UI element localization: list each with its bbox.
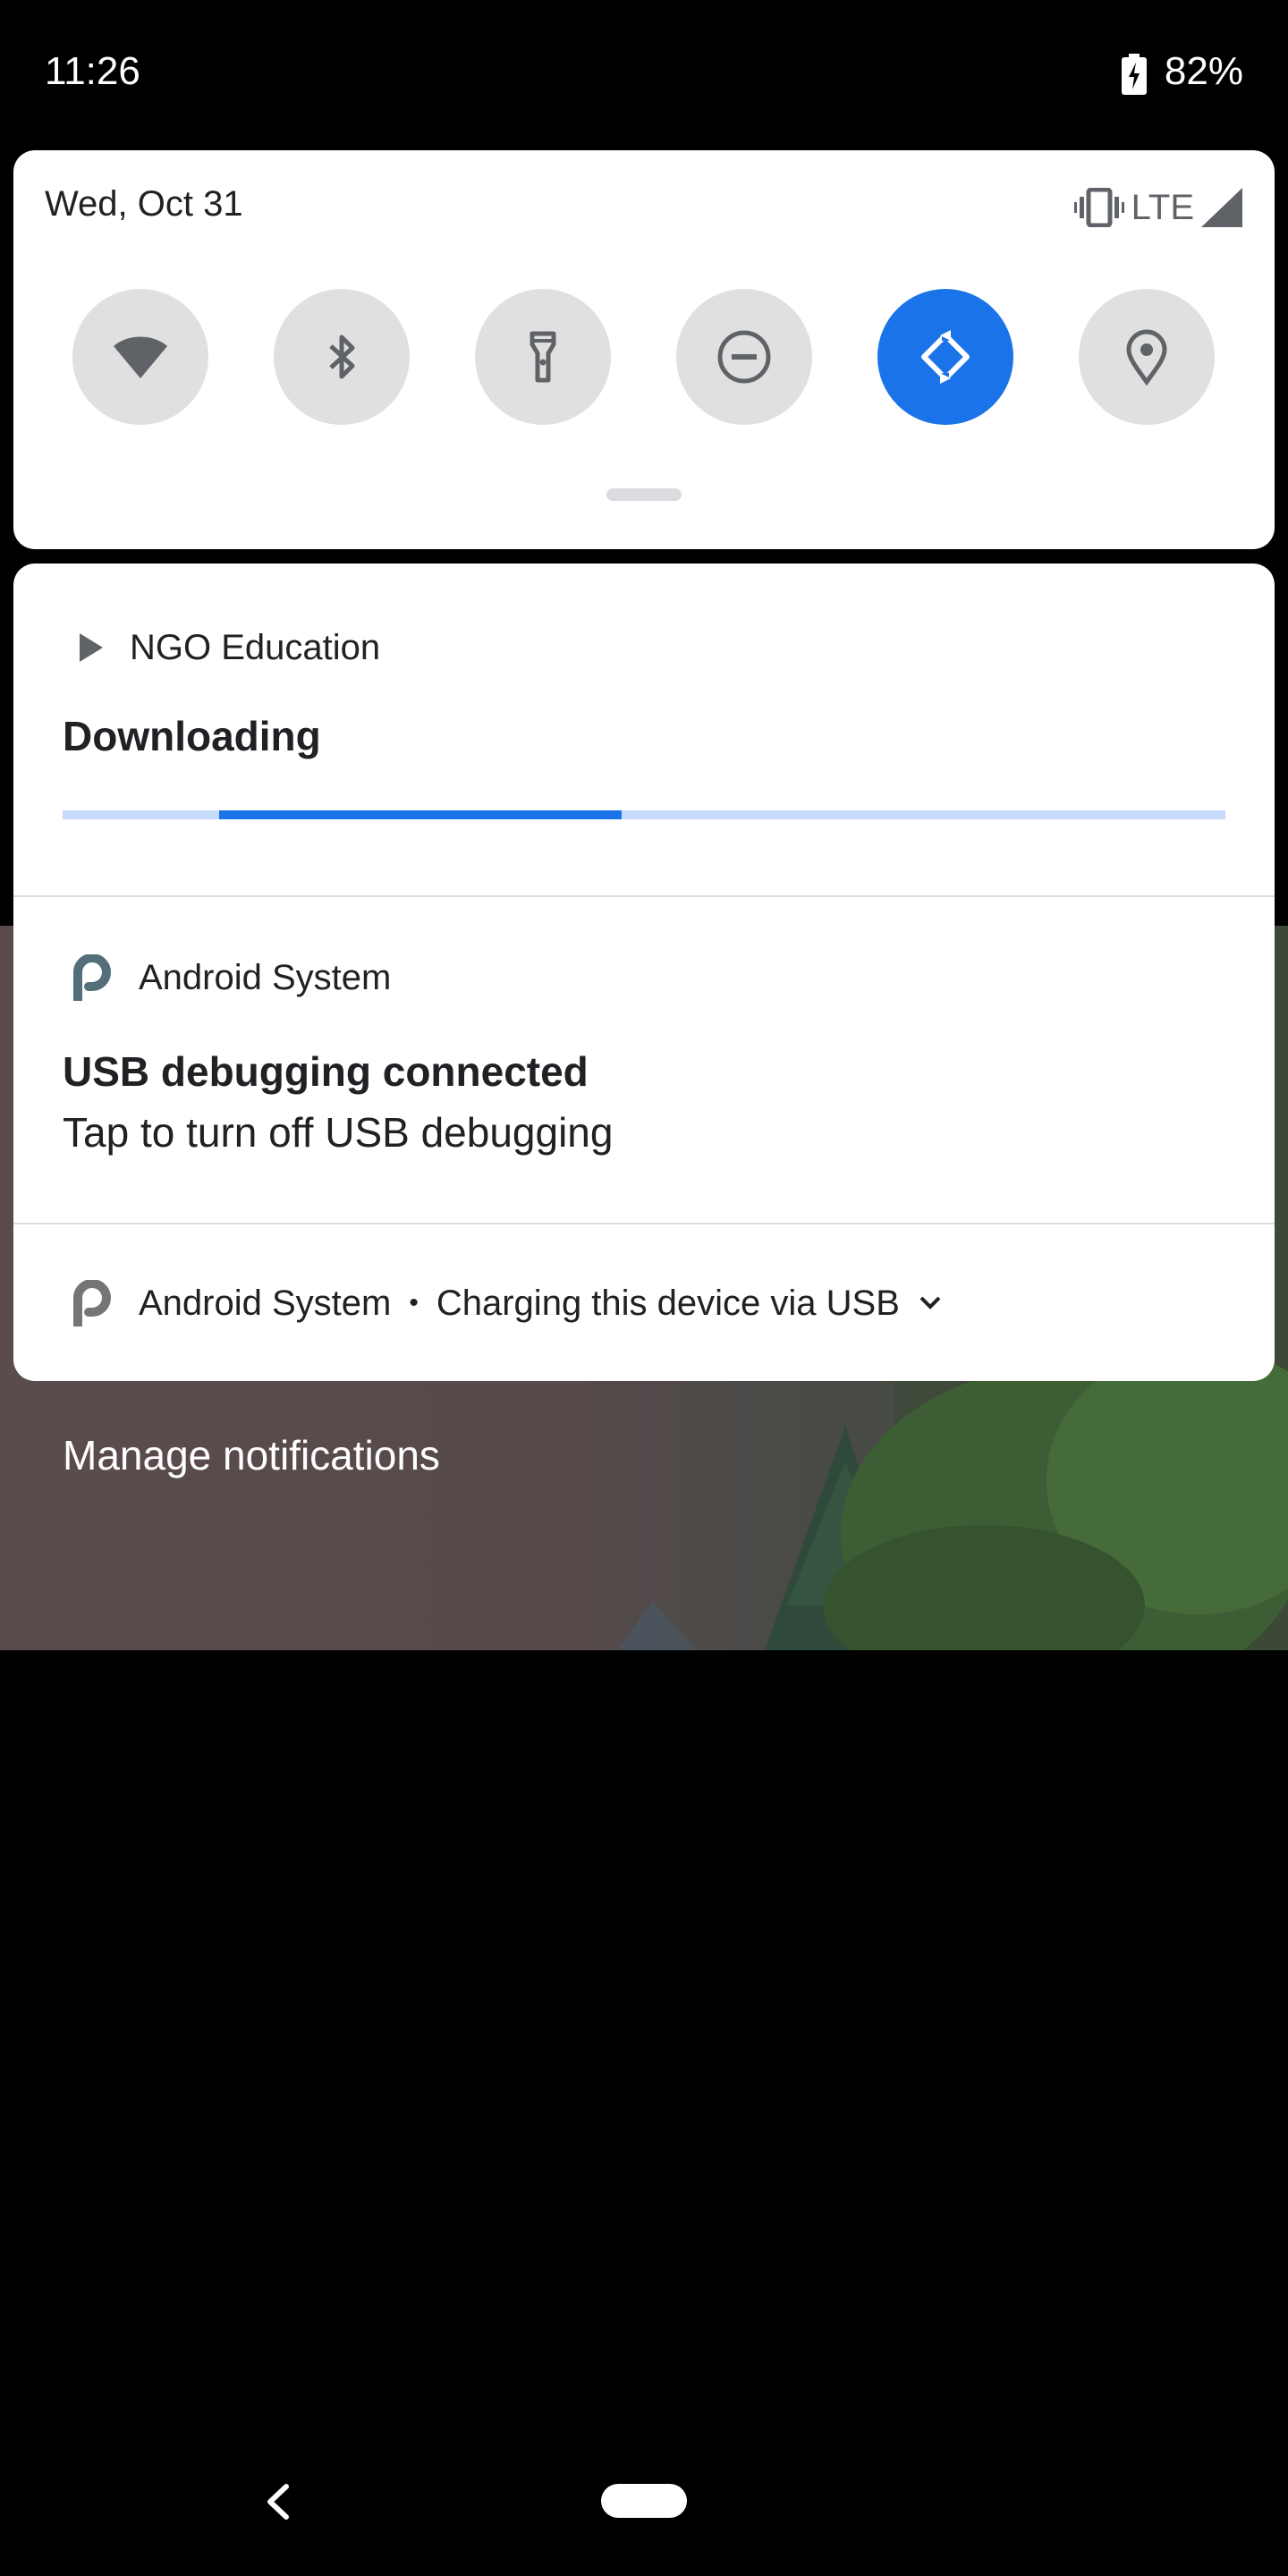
notification-charging[interactable]: Android System • Charging this device vi… <box>13 1224 1275 1381</box>
auto-rotate-tile[interactable] <box>877 289 1013 425</box>
notification-app-name: NGO Education <box>130 627 381 667</box>
android-p-icon <box>73 954 111 1001</box>
back-icon[interactable] <box>259 2479 295 2524</box>
notification-header: Android System • Charging this device vi… <box>71 1276 943 1330</box>
notification-summary: Charging this device via USB <box>436 1283 900 1323</box>
home-pill-icon[interactable] <box>601 2484 687 2518</box>
drag-handle[interactable] <box>606 488 682 501</box>
flashlight-icon <box>530 331 556 383</box>
play-icon <box>80 633 103 662</box>
notification-app-name: Android System <box>139 957 392 997</box>
battery-charging-icon <box>1122 54 1147 95</box>
notification-app-name: Android System <box>139 1283 392 1323</box>
bluetooth-tile[interactable] <box>274 289 410 425</box>
notification-download[interactable]: NGO Education Downloading <box>13 564 1275 894</box>
location-tile[interactable] <box>1079 289 1215 425</box>
qs-status-icons: LTE <box>1073 184 1242 231</box>
notification-text: Tap to turn off USB debugging <box>63 1109 614 1156</box>
notification-header: Android System <box>71 951 391 1004</box>
progress-indicator <box>219 810 622 819</box>
notification-header: NGO Education <box>76 621 380 674</box>
wifi-tile[interactable] <box>72 289 208 425</box>
network-type: LTE <box>1131 187 1194 227</box>
qs-date[interactable]: Wed, Oct 31 <box>45 184 243 225</box>
location-icon <box>1126 329 1167 386</box>
notification-title: Downloading <box>63 713 321 759</box>
bluetooth-icon <box>329 335 355 379</box>
signal-icon <box>1201 188 1242 227</box>
manage-notifications-button[interactable]: Manage notifications <box>63 1431 440 1479</box>
notification-usb-debugging[interactable]: Android System USB debugging connected T… <box>13 897 1275 1223</box>
status-time: 11:26 <box>45 49 140 93</box>
vibrate-icon <box>1073 188 1124 227</box>
notification-card: NGO Education Downloading Android System… <box>13 564 1275 1381</box>
do-not-disturb-icon <box>717 330 771 384</box>
notification-title: USB debugging connected <box>63 1048 589 1095</box>
wifi-icon <box>114 336 167 378</box>
separator-dot: • <box>409 1288 419 1318</box>
chevron-down-icon[interactable] <box>918 1294 943 1312</box>
do-not-disturb-tile[interactable] <box>676 289 812 425</box>
auto-rotate-icon <box>921 328 970 386</box>
android-p-icon <box>73 1280 111 1326</box>
battery-percent: 82% <box>1164 49 1243 93</box>
quick-settings-panel: Wed, Oct 31 LTE <box>13 150 1275 549</box>
download-progress-bar <box>63 810 1225 819</box>
flashlight-tile[interactable] <box>475 289 611 425</box>
